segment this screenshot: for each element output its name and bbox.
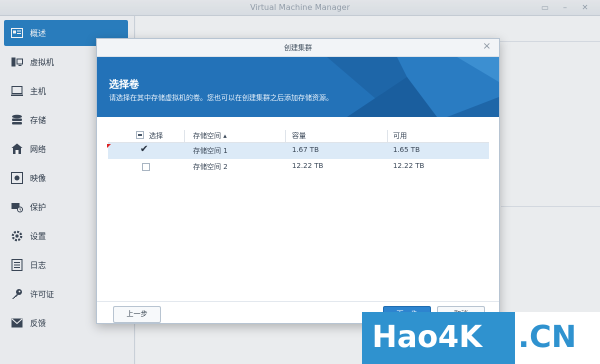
table-row[interactable]: ✔ 存储空间 1 1.67 TB 1.65 TB	[107, 143, 489, 159]
column-separator	[184, 130, 185, 142]
previous-button[interactable]: 上一步	[113, 306, 161, 323]
volume-available: 1.65 TB	[393, 146, 420, 154]
row-checkbox-checked[interactable]: ✔	[140, 144, 148, 155]
column-header-select[interactable]: 选择	[149, 131, 163, 141]
wizard-banner: 选择卷 请选择在其中存储虚拟机的卷。您也可以在创建集群之后添加存储资源。	[97, 57, 499, 117]
dialog-close-icon[interactable]: ×	[483, 41, 491, 52]
column-header-capacity[interactable]: 容量	[292, 131, 306, 141]
volume-capacity: 1.67 TB	[292, 146, 319, 154]
step-title: 选择卷	[109, 80, 139, 91]
volume-capacity: 12.22 TB	[292, 162, 324, 170]
column-header-available[interactable]: 可用	[393, 131, 407, 141]
column-separator	[285, 130, 286, 142]
dialog-footer-divider	[97, 301, 499, 302]
dialog-header: 创建集群 ×	[97, 39, 499, 57]
row-checkbox[interactable]	[142, 163, 150, 171]
step-description: 请选择在其中存储虚拟机的卷。您也可以在创建集群之后添加存储资源。	[109, 94, 333, 102]
table-row[interactable]: 存储空间 2 12.22 TB 12.22 TB	[108, 159, 489, 175]
column-header-name[interactable]: 存储空间 ▴	[193, 131, 227, 141]
row-marker	[107, 144, 111, 148]
volume-available: 12.22 TB	[393, 162, 425, 170]
column-separator	[387, 130, 388, 142]
volume-name: 存储空间 1	[193, 147, 228, 155]
volume-table: 选择 存储空间 ▴ 容量 可用 ✔ 存储空间 1 1.67 TB 1.65 TB…	[107, 129, 489, 175]
dialog-title: 创建集群	[284, 44, 312, 52]
watermark: Hao4K .CN	[362, 312, 600, 364]
banner-decoration	[327, 57, 499, 117]
table-header: 选择 存储空间 ▴ 容量 可用	[108, 129, 489, 143]
watermark-right: .CN	[515, 312, 600, 364]
create-cluster-dialog: 创建集群 × 选择卷 请选择在其中存储虚拟机的卷。您也可以在创建集群之后添加存储…	[96, 38, 500, 324]
volume-name: 存储空间 2	[193, 163, 228, 171]
select-all-checkbox[interactable]	[136, 131, 144, 139]
watermark-left: Hao4K	[362, 312, 515, 364]
